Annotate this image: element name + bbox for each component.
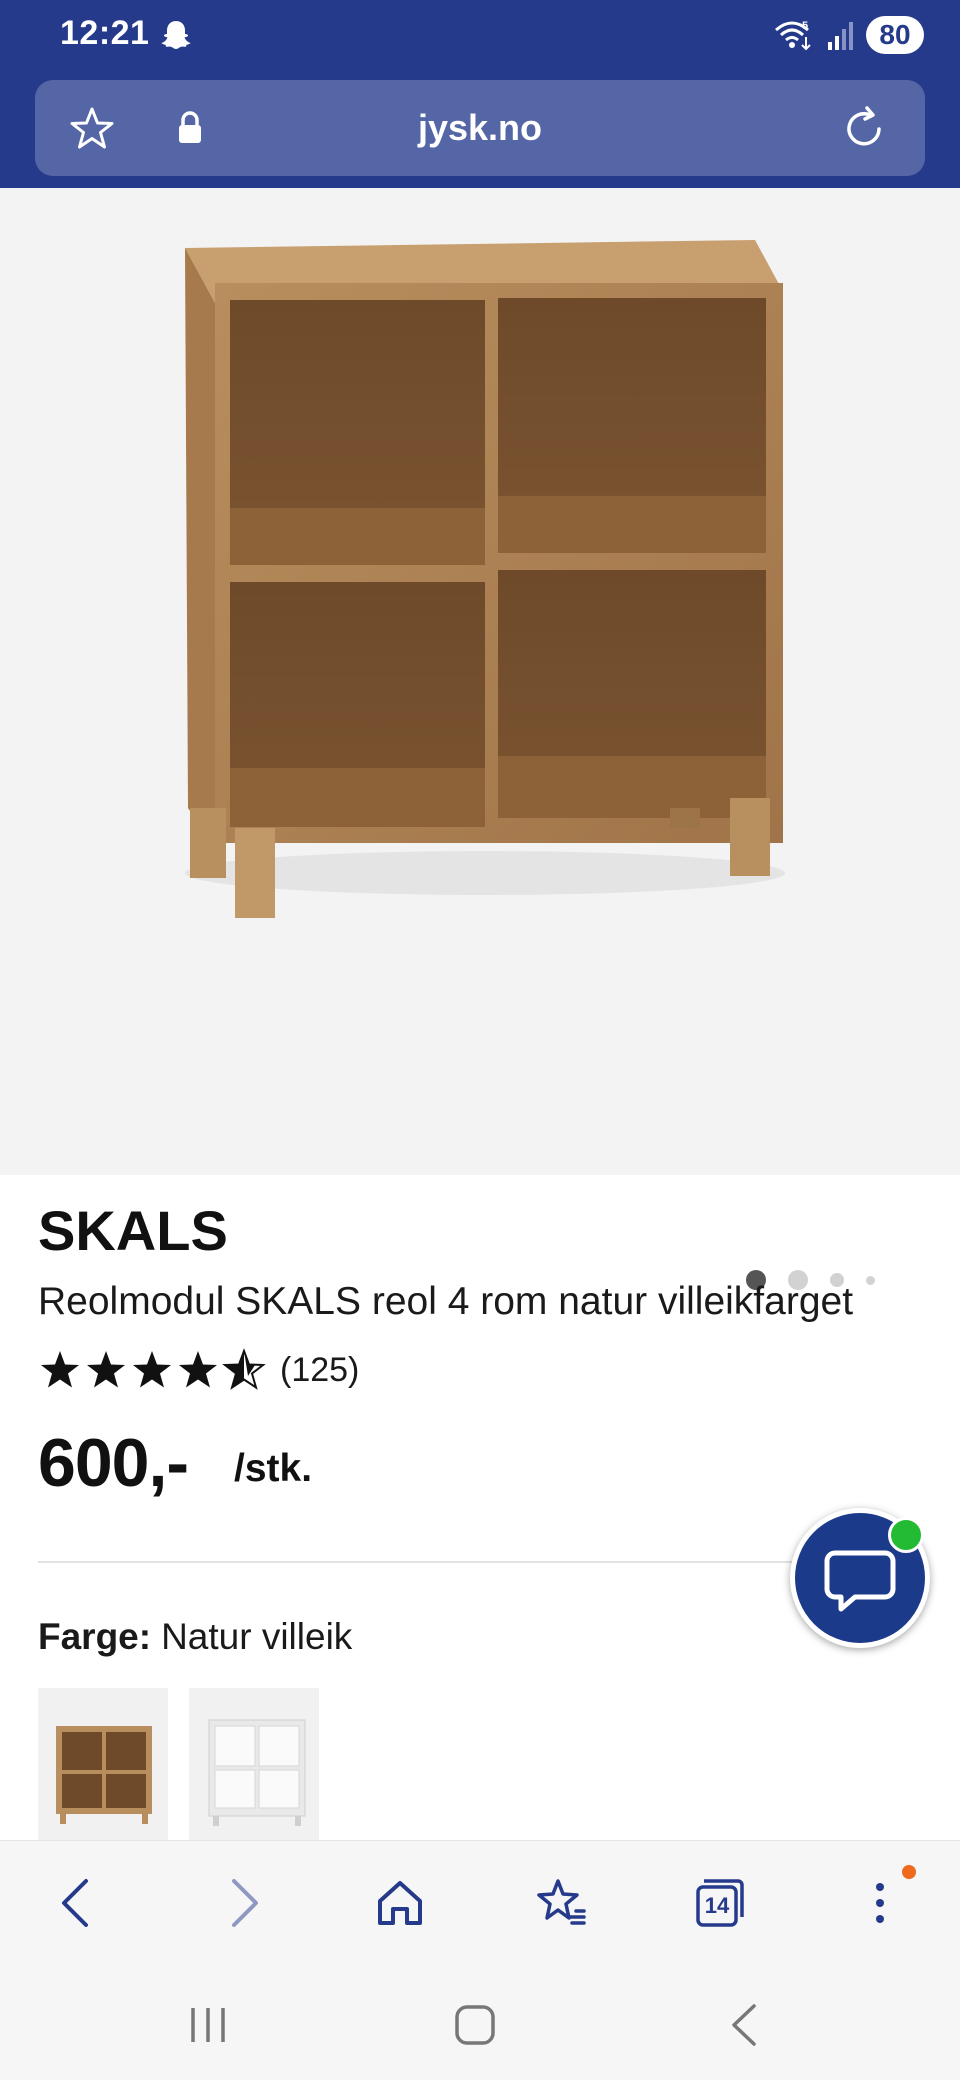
online-indicator — [888, 1517, 924, 1553]
battery-indicator: 80 — [866, 16, 924, 54]
star-icon — [133, 1351, 171, 1388]
color-selection: Farge: Natur villeik — [38, 1616, 352, 1658]
url-text[interactable]: jysk.no — [35, 107, 925, 149]
product-rating[interactable]: (125) — [38, 1348, 359, 1392]
system-navigation-bar — [0, 1960, 960, 2080]
color-swatch-natur-villeik[interactable] — [38, 1688, 168, 1840]
star-icon — [87, 1351, 125, 1388]
color-swatch-white[interactable] — [189, 1688, 319, 1840]
swatch-oak-image — [56, 1726, 152, 1824]
wifi-icon: 5 — [775, 20, 811, 51]
status-time: 12:21 — [60, 14, 150, 52]
browser-top-bar: 12:21 5 80 jysk.no — [0, 0, 960, 188]
snapchat-icon — [161, 21, 191, 49]
product-image-carousel[interactable] — [0, 188, 960, 1290]
back-nav-icon[interactable] — [720, 2000, 770, 2050]
color-label: Farge: — [38, 1616, 152, 1657]
back-icon[interactable] — [48, 1873, 108, 1933]
product-price: 600,- — [38, 1425, 189, 1501]
status-icons: 5 80 — [772, 16, 924, 54]
product-brand: SKALS — [38, 1199, 228, 1262]
color-value: Natur villeik — [161, 1616, 353, 1657]
more-options-icon[interactable] — [850, 1873, 910, 1933]
reload-icon[interactable] — [839, 104, 889, 154]
star-icon — [179, 1351, 217, 1388]
product-image[interactable] — [140, 208, 820, 948]
swatch-white-image — [208, 1719, 306, 1826]
rating-count[interactable]: (125) — [280, 1351, 359, 1390]
browser-bottom-toolbar: 14 — [0, 1840, 960, 1960]
half-star-icon — [222, 1348, 266, 1390]
price-unit: /stk. — [234, 1447, 313, 1490]
url-bar[interactable]: jysk.no — [35, 80, 925, 176]
home-nav-icon[interactable] — [450, 2000, 500, 2050]
notification-dot — [902, 1865, 916, 1879]
svg-text:5: 5 — [802, 20, 808, 32]
rating-stars — [38, 1348, 266, 1392]
divider — [38, 1561, 922, 1563]
product-title: Reolmodul SKALS reol 4 rom natur villeik… — [38, 1280, 854, 1323]
bookmarks-icon[interactable] — [530, 1873, 590, 1933]
star-icon — [41, 1351, 79, 1388]
forward-icon[interactable] — [212, 1873, 272, 1933]
tabs-button[interactable]: 14 — [690, 1873, 750, 1933]
carousel-dot[interactable] — [866, 1275, 875, 1285]
recent-apps-icon[interactable] — [183, 2000, 233, 2050]
signal-icon — [828, 22, 853, 50]
home-icon[interactable] — [370, 1873, 430, 1933]
tab-count: 14 — [704, 1893, 730, 1918]
